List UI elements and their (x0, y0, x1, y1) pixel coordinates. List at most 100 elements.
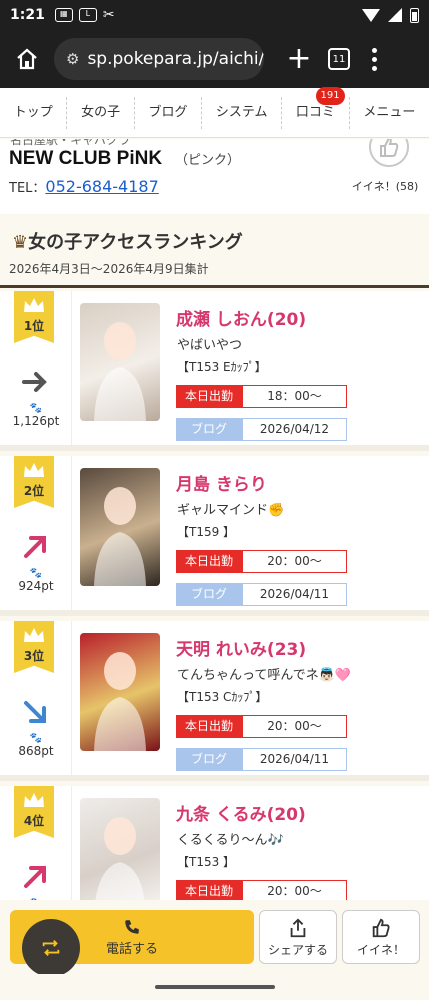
crown-icon (24, 298, 44, 312)
nav-system[interactable]: システム (202, 96, 283, 129)
share-icon (290, 918, 306, 938)
home-icon (17, 48, 37, 70)
rank-label: 3位 (23, 649, 45, 663)
rank-column: 2位 🐾 924pt (0, 456, 72, 610)
girl-photo[interactable] (80, 303, 160, 421)
like-count: イイネ！(58) (351, 180, 419, 193)
girl-catchphrase: やばいやつ (177, 338, 243, 353)
girl-spec: 【T159 】 (177, 525, 236, 539)
share-button[interactable]: シェアする (259, 910, 337, 964)
thumbs-up-icon (372, 918, 390, 938)
work-today-badge: 本日出勤 20：00〜 (176, 550, 347, 573)
girl-name[interactable]: 月島 きらり (176, 470, 267, 495)
site-settings-icon[interactable]: ⚙ (66, 50, 79, 68)
shop-tel: TEL：052-684-4187 (9, 177, 159, 196)
girl-catchphrase: ギャルマインド✊ (177, 503, 285, 518)
wifi-icon (362, 8, 380, 22)
nav-reviews[interactable]: 口コミ 191 (282, 86, 350, 129)
rank-label: 2位 (23, 484, 45, 498)
shop-header: 名古屋駅・キャバクラ NEW CLUB PiNK （ピンク） TEL：052-6… (0, 139, 429, 214)
girl-photo[interactable] (80, 798, 160, 916)
girl-name[interactable]: 九条 くるみ(20) (176, 800, 306, 825)
blog-badge[interactable]: ブログ 2026/04/11 (176, 583, 347, 606)
girl-name[interactable]: 成瀬 しおん(20) (176, 305, 306, 330)
ranking-title: ♛女の子アクセスランキング (12, 232, 243, 253)
rank-ribbon: 4位 (14, 786, 54, 838)
ranking-row[interactable]: 2位 🐾 924pt 月島 きらりギャルマインド✊ 【T159 】本日出勤 20：00〜ブ… (0, 456, 429, 616)
line-app-icon: L (78, 8, 97, 22)
site-nav: トップ 女の子 ブログ システム 口コミ 191 メニュー (0, 86, 429, 138)
trend-flat-icon (20, 367, 50, 397)
rank-ribbon: 2位 (14, 456, 54, 508)
blog-date: 2026/04/11 (242, 583, 347, 606)
ranking-period: 2026年4月3日〜2026年4月9日集計 (9, 262, 209, 276)
work-time: 20：00〜 (242, 715, 347, 738)
girl-photo[interactable] (80, 468, 160, 586)
divider (0, 285, 429, 288)
nav-blog[interactable]: ブログ (135, 96, 203, 129)
shop-name: NEW CLUB PiNK (9, 148, 163, 169)
girl-photo[interactable] (80, 633, 160, 751)
trend-down-icon (20, 697, 50, 727)
work-time: 18：00〜 (242, 385, 347, 408)
status-time: 1:21 (10, 7, 45, 23)
work-today-badge: 本日出勤 20：00〜 (176, 715, 347, 738)
status-bar: 1:21 ▦ L ✂ (0, 0, 429, 30)
girl-spec: 【T153 Cｶｯﾌﾟ】 (177, 690, 268, 704)
url-bar[interactable]: ⚙ sp.pokepara.jp/aichi/ (54, 38, 264, 80)
nav-girls[interactable]: 女の子 (67, 96, 135, 129)
paw-icon: 🐾 (29, 733, 43, 744)
nav-top[interactable]: トップ (0, 96, 68, 129)
notification-icon: ▦ (54, 8, 73, 22)
paw-icon: 🐾 (29, 568, 43, 579)
rank-label: 1位 (23, 319, 45, 333)
tab-switcher-button[interactable]: 11 (328, 48, 350, 70)
blog-date: 2026/04/12 (242, 418, 347, 441)
crown-icon (24, 628, 44, 642)
thumbs-up-icon (380, 139, 399, 157)
girl-spec: 【T153 】 (177, 855, 236, 869)
url-text: sp.pokepara.jp/aichi/ (87, 49, 264, 69)
rank-ribbon: 1位 (14, 291, 54, 343)
rank-ribbon: 3位 (14, 621, 54, 673)
crown-icon (24, 793, 44, 807)
like-shop-button[interactable]: イイネ！(58) (352, 139, 419, 209)
nav-menu[interactable]: メニュー (350, 97, 429, 129)
blog-date: 2026/04/11 (242, 748, 347, 771)
scissors-icon: ✂ (102, 7, 115, 23)
ranking-row[interactable]: 3位 🐾 868pt 天明 れいみ(23) てんちゃんって呼んでネ👼🏻🩷 【T153 Cｶ… (0, 621, 429, 781)
browser-menu-button[interactable] (372, 47, 377, 71)
girl-spec: 【T153 Eｶｯﾌﾟ】 (177, 360, 267, 374)
blog-badge[interactable]: ブログ 2026/04/12 (176, 418, 347, 441)
trend-up-icon (20, 862, 50, 892)
new-tab-button[interactable]: + (282, 44, 316, 74)
ranking-header: ♛女の子アクセスランキング 2026年4月3日〜2026年4月9日集計 (0, 214, 429, 288)
shop-area-label: 名古屋駅・キャバクラ (10, 139, 131, 147)
points: 🐾 1,126pt (0, 403, 72, 428)
tel-link[interactable]: 052-684-4187 (45, 177, 158, 196)
floating-action-button[interactable] (22, 919, 80, 977)
phone-icon (125, 920, 139, 934)
like-button[interactable]: イイネ！ (342, 910, 420, 964)
points: 🐾 924pt (0, 568, 72, 593)
girl-catchphrase: てんちゃんって呼んでネ👼🏻🩷 (177, 668, 352, 683)
reviews-count-badge: 191 (315, 86, 345, 105)
blog-badge[interactable]: ブログ 2026/04/11 (176, 748, 347, 771)
home-button[interactable] (10, 42, 44, 76)
gesture-bar (0, 974, 429, 1000)
rank-column: 3位 🐾 868pt (0, 621, 72, 775)
work-time: 20：00〜 (242, 550, 347, 573)
paw-icon: 🐾 (29, 403, 43, 414)
crown-icon: ♛ (12, 232, 29, 253)
ranking-row[interactable]: 1位 🐾 1,126pt 成瀬 しおん(20) やばいやつ【T153 Eｶｯﾌﾟ】本日出… (0, 291, 429, 451)
rank-label: 4位 (23, 814, 45, 828)
girl-name[interactable]: 天明 れいみ(23) (176, 635, 306, 660)
girl-catchphrase: くるくるり〜ん🎶 (177, 833, 284, 848)
signal-icon (388, 8, 402, 22)
shop-kana: （ピンク） (175, 153, 241, 168)
work-today-badge: 本日出勤 18：00〜 (176, 385, 347, 408)
points: 🐾 868pt (0, 733, 72, 758)
battery-icon (410, 7, 419, 23)
crown-icon (24, 463, 44, 477)
repeat-icon (42, 940, 60, 956)
